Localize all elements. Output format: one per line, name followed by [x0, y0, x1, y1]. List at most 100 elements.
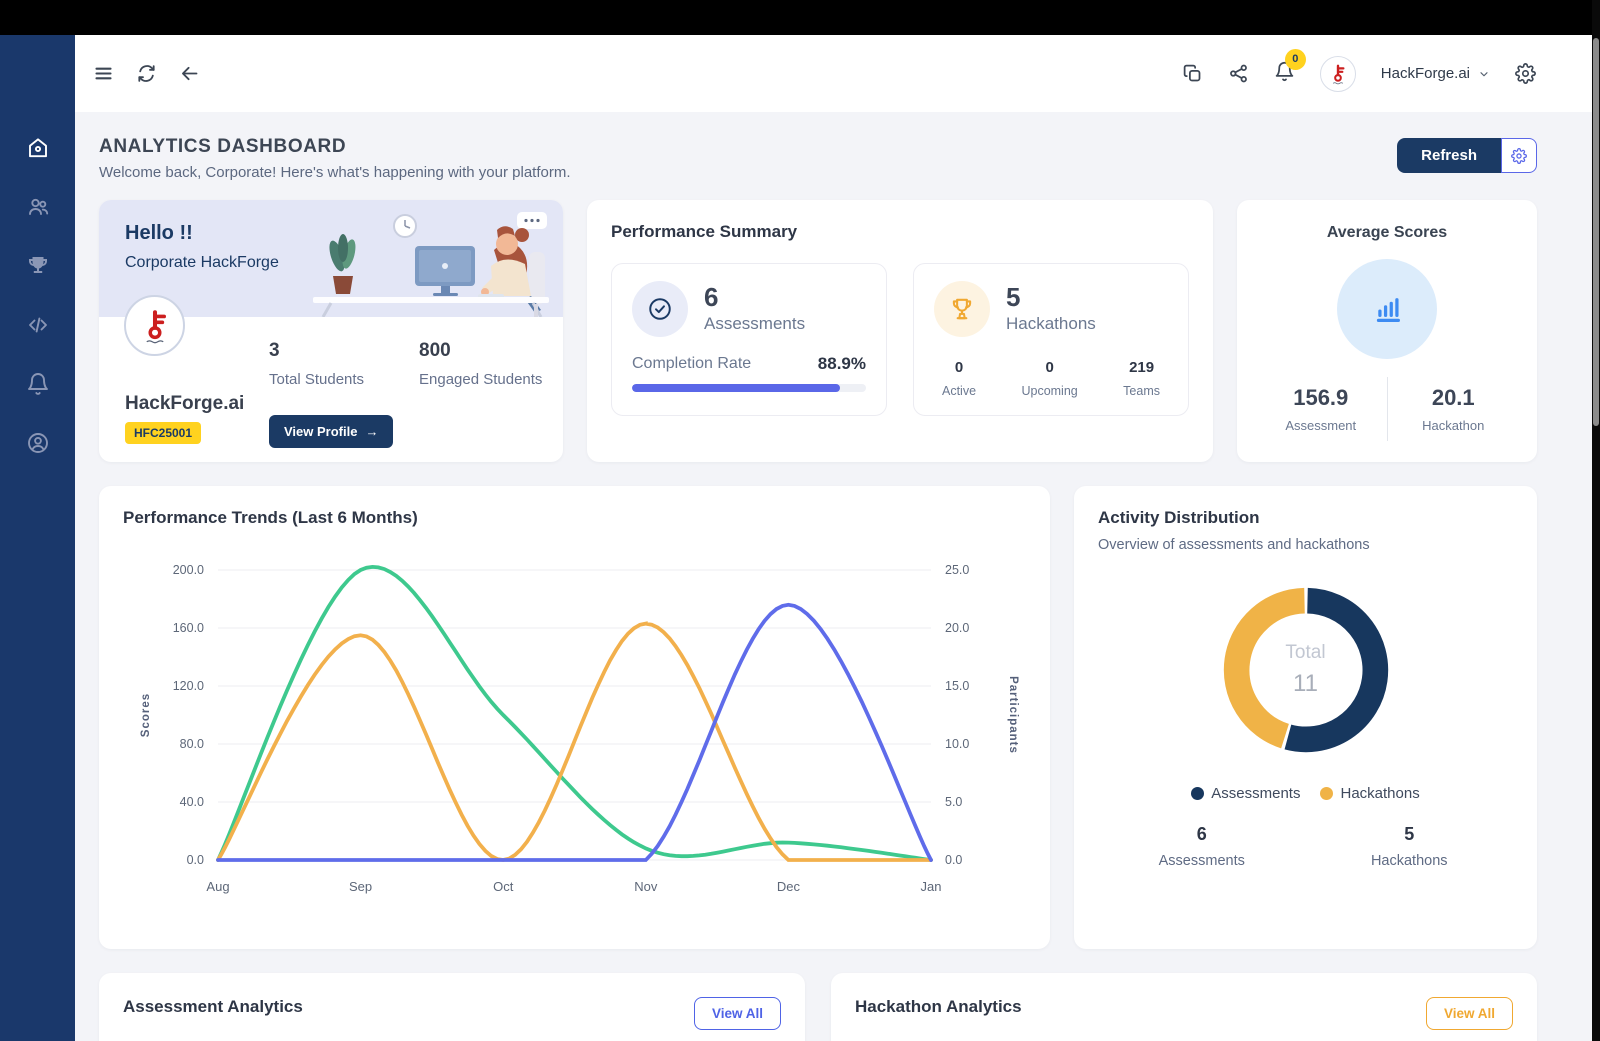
bar-chart-icon	[1337, 259, 1437, 359]
svg-text:Scores: Scores	[140, 693, 152, 737]
hackathons-total-stat: 5 Hackathons	[1306, 824, 1514, 869]
svg-text:Aug: Aug	[206, 879, 229, 894]
activity-distribution-card: Activity Distribution Overview of assess…	[1074, 486, 1537, 949]
hackathons-label: Hackathons	[1006, 314, 1096, 334]
share-icon[interactable]	[1228, 63, 1249, 84]
assessments-count: 6	[704, 284, 805, 311]
legend-dot	[1191, 787, 1204, 800]
main-area: 0 HackForge.ai ANALYTICS DASHBOARD Welco…	[75, 35, 1592, 1041]
stat-label: Hackathons	[1306, 853, 1514, 869]
hackathons-summary-tile: 5 Hackathons 0 Active 0 Upcoming	[913, 263, 1189, 416]
legend-assessments[interactable]: Assessments	[1191, 785, 1300, 802]
card-title: Assessment Analytics	[123, 997, 303, 1017]
avg-label: Assessment	[1255, 418, 1387, 433]
svg-text:0.0: 0.0	[945, 853, 962, 867]
view-all-hackathons-button[interactable]: View All	[1426, 997, 1513, 1030]
engaged-students-stat: 800 Engaged Students	[419, 340, 542, 388]
dashboard-content: ANALYTICS DASHBOARD Welcome back, Corpor…	[75, 112, 1592, 1041]
donut-total-label: Total	[1285, 642, 1325, 664]
hackforge-logo-icon	[1325, 61, 1351, 87]
refresh-icon[interactable]	[136, 63, 157, 84]
notifications-icon[interactable]	[26, 372, 50, 396]
hackathons-icon[interactable]	[26, 254, 50, 278]
svg-text:0.0: 0.0	[187, 853, 204, 867]
svg-text:80.0: 80.0	[180, 737, 204, 751]
stat-value: 0	[1021, 359, 1077, 376]
home-icon[interactable]	[26, 136, 50, 160]
line-chart: 0.040.080.0120.0160.0200.00.05.010.015.0…	[123, 540, 1026, 912]
hackathon-analytics-card: Hackathon Analytics View All	[831, 973, 1537, 1041]
students-icon[interactable]	[26, 195, 50, 219]
teams-stat: 219 Teams	[1123, 359, 1160, 398]
company-code-badge: HFC25001	[125, 422, 201, 444]
hello-card: Hello !! Corporate HackForge	[99, 200, 563, 462]
completion-rate-label: Completion Rate	[632, 355, 751, 373]
stat-value: 5	[1306, 824, 1514, 845]
svg-text:40.0: 40.0	[180, 795, 204, 809]
settings-gear-icon[interactable]	[1515, 63, 1536, 84]
notification-badge: 0	[1285, 49, 1306, 70]
svg-text:20.0: 20.0	[945, 621, 969, 635]
donut-center: Total 11	[1211, 575, 1401, 765]
svg-text:10.0: 10.0	[945, 737, 969, 751]
company-logo-avatar[interactable]	[124, 295, 185, 356]
performance-trends-card: Performance Trends (Last 6 Months) 0.0 40…	[99, 486, 1050, 949]
svg-text:Participants: Participants	[1007, 676, 1019, 754]
copy-icon[interactable]	[1182, 63, 1203, 84]
profile-icon[interactable]	[26, 431, 50, 455]
stat-label: Total Students	[269, 371, 364, 388]
refresh-settings-button[interactable]	[1501, 138, 1537, 173]
code-icon[interactable]	[26, 313, 50, 337]
avg-label: Hackathon	[1388, 418, 1520, 433]
scrollbar-track[interactable]	[1592, 0, 1600, 1041]
legend-dot	[1320, 787, 1333, 800]
view-all-assessments-button[interactable]: View All	[694, 997, 781, 1030]
stat-value: 800	[419, 340, 542, 362]
svg-text:200.0: 200.0	[173, 563, 204, 577]
back-arrow-icon[interactable]	[179, 63, 200, 84]
account-menu[interactable]: HackForge.ai	[1381, 65, 1490, 82]
stat-label: Engaged Students	[419, 371, 542, 388]
upcoming-stat: 0 Upcoming	[1021, 359, 1077, 398]
svg-text:15.0: 15.0	[945, 679, 969, 693]
assessments-summary-tile: 6 Assessments Completion Rate 88.9%	[611, 263, 887, 416]
stat-value: 0	[942, 359, 976, 376]
scrollbar-thumb[interactable]	[1593, 38, 1599, 426]
hackathon-average: 20.1 Hackathon	[1388, 385, 1520, 433]
window-top-strip	[0, 0, 1600, 35]
check-circle-icon	[632, 281, 688, 337]
trophy-icon	[934, 281, 990, 337]
card-title: Activity Distribution	[1098, 508, 1513, 528]
svg-text:Dec: Dec	[777, 879, 801, 894]
hello-illustration	[295, 204, 557, 317]
stat-label: Assessments	[1098, 853, 1306, 869]
card-subtitle: Overview of assessments and hackathons	[1098, 537, 1513, 553]
legend-label: Assessments	[1211, 785, 1300, 802]
arrow-right-icon: →	[365, 424, 378, 439]
view-profile-button[interactable]: View Profile →	[269, 415, 393, 448]
completion-progress-fill	[632, 384, 840, 392]
hackforge-logo-icon	[133, 304, 177, 348]
legend-hackathons[interactable]: Hackathons	[1320, 785, 1419, 802]
svg-text:25.0: 25.0	[945, 563, 969, 577]
notification-bell[interactable]: 0	[1274, 61, 1295, 87]
svg-text:Sep: Sep	[349, 879, 372, 894]
hackathons-count: 5	[1006, 284, 1096, 311]
assessment-average: 156.9 Assessment	[1255, 385, 1387, 433]
card-title: Performance Summary	[611, 222, 1189, 242]
refresh-button[interactable]: Refresh	[1397, 138, 1501, 173]
menu-icon[interactable]	[93, 63, 114, 84]
stat-value: 3	[269, 340, 364, 362]
assessments-total-stat: 6 Assessments	[1098, 824, 1306, 869]
sidebar	[0, 35, 75, 1041]
stat-value: 219	[1123, 359, 1160, 376]
stat-label: Teams	[1123, 384, 1160, 398]
stat-value: 6	[1098, 824, 1306, 845]
topbar: 0 HackForge.ai	[75, 35, 1592, 112]
total-students-stat: 3 Total Students	[269, 340, 364, 388]
card-title: Performance Trends (Last 6 Months)	[123, 508, 1026, 528]
avatar[interactable]	[1320, 56, 1356, 92]
completion-rate-value: 88.9%	[818, 354, 866, 374]
avg-value: 156.9	[1255, 385, 1387, 411]
account-name: HackForge.ai	[1381, 65, 1470, 82]
